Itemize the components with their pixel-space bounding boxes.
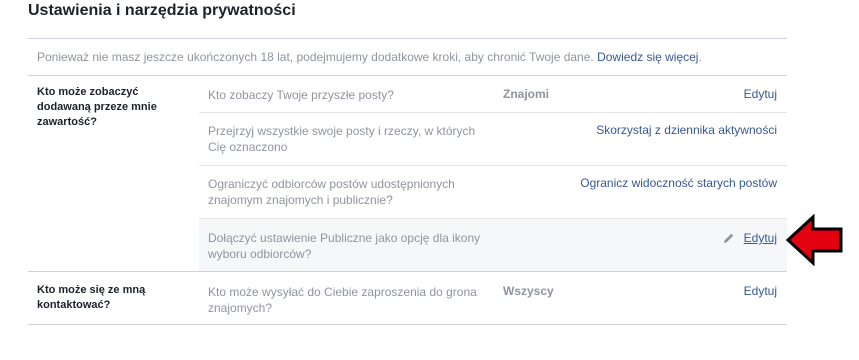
pencil-icon [724,233,734,243]
setting-value: Wszyscy [503,284,554,298]
setting-question: Ograniczyć odbiorców postów udostępniony… [208,177,455,207]
setting-row-public-option: Dołączyć ustawienie Publiczne jako opcję… [199,219,787,271]
section-label-visibility: Kto może zobaczyć dodawaną przeze mnie z… [37,86,157,128]
edit-public-option-link[interactable]: Edytuj [744,231,777,245]
page-title: Ustawienia i narzędzia prywatności [28,2,296,19]
notice-suffix: . [698,50,702,64]
setting-question: Kto zobaczy Twoje przyszłe posty? [208,88,394,102]
setting-value: Znajomi [503,87,550,101]
edit-friend-requests-link[interactable]: Edytuj [744,284,777,298]
setting-question: Dołączyć ustawienie Publiczne jako opcję… [208,231,481,261]
age-notice-text: Ponieważ nie masz jeszcze ukończonych 18… [37,50,594,64]
setting-row-friend-requests: Kto może wysyłać do Ciebie zaproszenia d… [199,272,787,324]
setting-question: Przejrzyj wszystkie swoje posty i rzeczy… [208,124,476,154]
section-label-contact: Kto może się ze mną kontaktować? [37,284,146,311]
setting-row-activity-log: Przejrzyj wszystkie swoje posty i rzeczy… [199,113,787,165]
learn-more-link[interactable]: Dowiedz się więcej [597,50,698,64]
limit-old-posts-link[interactable]: Ogranicz widoczność starych postów [580,176,777,190]
age-notice: Ponieważ nie masz jeszcze ukończonych 18… [37,50,702,64]
top-divider [28,38,787,39]
edit-future-posts-link[interactable]: Edytuj [744,87,777,101]
setting-question: Kto może wysyłać do Ciebie zaproszenia d… [208,285,477,315]
setting-row-limit-old-posts: Ograniczyć odbiorców postów udostępniony… [199,166,787,218]
activity-log-link[interactable]: Skorzystaj z dziennika aktywności [596,123,777,137]
setting-row-future-posts: Kto zobaczy Twoje przyszłe posty? Znajom… [199,76,787,112]
bottom-divider [28,324,787,325]
red-arrow-left-icon [786,214,843,266]
